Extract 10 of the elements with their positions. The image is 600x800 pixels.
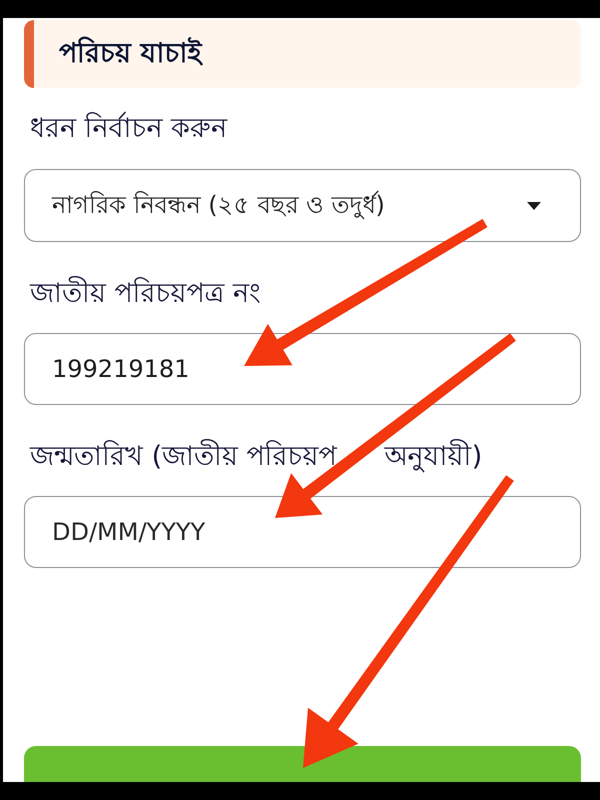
field-label: জাতীয় পরিচয়পত্র নং — [30, 275, 262, 311]
input-field[interactable]: 199219181 — [24, 333, 581, 405]
field-label: অনুযায়ী) — [384, 438, 482, 474]
submit-button[interactable] — [24, 746, 581, 782]
section-title: পরিচয় যাচাই — [59, 36, 202, 71]
field-label: জন্মতারিখ (জাতীয় পরিচয়প — [30, 438, 337, 474]
field-label: ধরন নির্বাচন করুন — [30, 110, 228, 146]
input-field[interactable]: DD/MM/YYYY — [24, 496, 581, 568]
dropdown-caret-icon — [527, 202, 541, 210]
dropdown-select[interactable]: নাগরিক নিবন্ধন (২৫ বছর ও তদুর্ধ) — [24, 169, 581, 242]
